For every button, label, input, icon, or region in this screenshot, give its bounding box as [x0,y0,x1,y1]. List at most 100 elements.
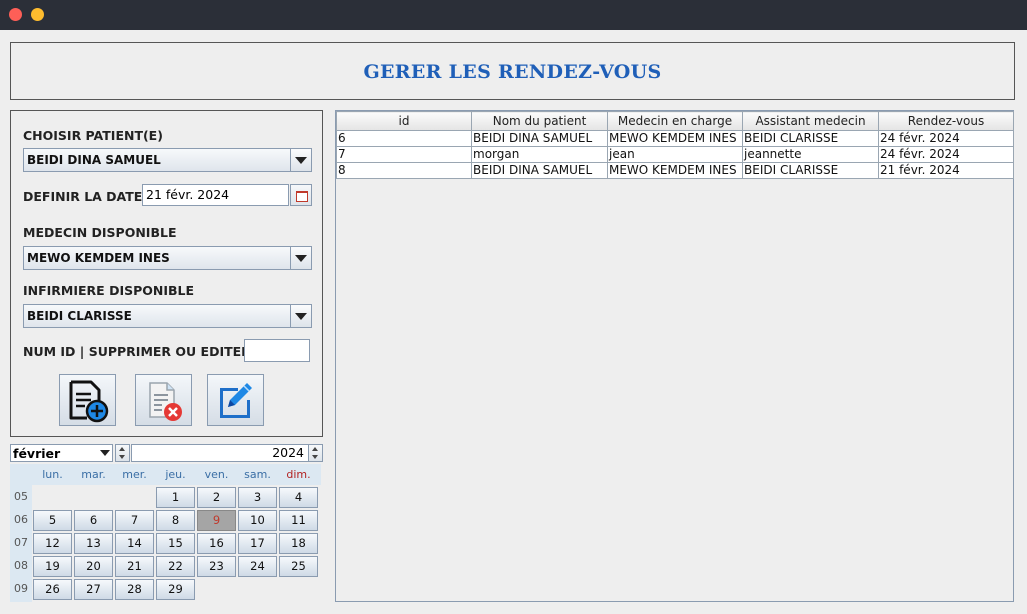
table-cell[interactable]: BEIDI CLARISSE [742,162,879,179]
calendar-day[interactable]: 6 [74,510,113,531]
edit-pencil-icon [220,383,252,418]
table-cell[interactable]: BEIDI DINA SAMUEL [471,162,608,179]
patient-select[interactable]: BEIDI DINA SAMUEL [23,148,312,172]
calendar-day[interactable]: 20 [74,556,113,577]
calendar-day[interactable]: 17 [238,533,277,554]
doctor-label: MEDECIN DISPONIBLE [23,225,177,240]
table-row[interactable]: 6 BEIDI DINA SAMUEL MEWO KEMDEM INES BEI… [336,130,1014,147]
nurse-select[interactable]: BEIDI CLARISSE [23,304,312,328]
add-document-icon [69,380,109,423]
month-select[interactable]: février [10,444,113,462]
calendar-day[interactable]: 1 [156,487,195,508]
calendar-day[interactable]: 15 [156,533,195,554]
appointment-form: CHOISIR PATIENT(E) BEIDI DINA SAMUEL DEF… [10,110,323,437]
chevron-down-icon[interactable] [290,149,311,171]
table-row[interactable]: 7 morgan jean jeannette 24 févr. 2024 [336,146,1014,163]
weekday-label: jeu. [165,468,186,481]
week-number: 06 [14,513,28,526]
calendar-day[interactable]: 9 [197,510,236,531]
table-cell[interactable]: jean [607,146,743,163]
calendar-day[interactable]: 21 [115,556,154,577]
calendar-day[interactable]: 14 [115,533,154,554]
calendar-day[interactable]: 5 [33,510,72,531]
date-input[interactable]: 21 févr. 2024 [142,184,289,206]
calendar-day[interactable]: 23 [197,556,236,577]
table-cell[interactable]: jeannette [742,146,879,163]
table-cell[interactable]: morgan [471,146,608,163]
table-cell[interactable]: MEWO KEMDEM INES [607,162,743,179]
column-header-doctor[interactable]: Medecin en charge [607,111,743,131]
chevron-down-icon[interactable] [290,305,311,327]
weekday-header: lun. mar. mer. jeu. ven. sam. dim. [32,464,321,485]
patient-label: CHOISIR PATIENT(E) [23,128,163,143]
year-spinner[interactable] [308,444,323,462]
window-titlebar [0,0,1027,30]
calendar-icon [296,191,308,202]
column-header-assistant[interactable]: Assistant medecin [742,111,879,131]
table-cell[interactable]: BEIDI CLARISSE [742,130,879,147]
doctor-select[interactable]: MEWO KEMDEM INES [23,246,312,270]
calendar-day[interactable]: 13 [74,533,113,554]
table-cell[interactable]: MEWO KEMDEM INES [607,130,743,147]
column-header-patient[interactable]: Nom du patient [471,111,608,131]
calendar-picker-button[interactable] [290,184,312,206]
appointments-table-panel: id Nom du patient Medecin en charge Assi… [335,110,1014,602]
calendar-day[interactable]: 26 [33,579,72,600]
minimize-window-button[interactable] [31,8,44,21]
calendar-day[interactable]: 12 [33,533,72,554]
table-header-row: id Nom du patient Medecin en charge Assi… [336,111,1014,131]
year-input[interactable]: 2024 [131,444,309,462]
id-input[interactable] [244,339,310,362]
table-row[interactable]: 8 BEIDI DINA SAMUEL MEWO KEMDEM INES BEI… [336,162,1014,179]
nurse-label: INFIRMIERE DISPONIBLE [23,283,195,298]
calendar-day[interactable]: 2 [197,487,236,508]
week-number: 09 [14,582,28,595]
table-cell[interactable]: 24 févr. 2024 [878,146,1014,163]
close-window-button[interactable] [9,8,22,21]
table-cell[interactable]: 7 [336,146,472,163]
table-cell[interactable]: 24 févr. 2024 [878,130,1014,147]
month-spinner[interactable] [115,444,130,462]
weekday-label: dim. [286,468,311,481]
calendar-day[interactable]: 11 [279,510,318,531]
calendar-day[interactable]: 10 [238,510,277,531]
add-appointment-button[interactable] [59,374,116,426]
calendar-day[interactable]: 8 [156,510,195,531]
weekday-label: ven. [204,468,229,481]
calendar-day[interactable]: 16 [197,533,236,554]
nurse-select-value: BEIDI CLARISSE [27,309,132,323]
calendar-day[interactable]: 19 [33,556,72,577]
week-number: 05 [14,490,28,503]
table-cell[interactable]: 6 [336,130,472,147]
calendar-day[interactable]: 24 [238,556,277,577]
delete-document-icon [149,382,182,421]
delete-appointment-button[interactable] [135,374,192,426]
weekday-label: lun. [42,468,63,481]
calendar-day[interactable]: 22 [156,556,195,577]
calendar-day[interactable]: 18 [279,533,318,554]
calendar-day[interactable]: 27 [74,579,113,600]
column-header-id[interactable]: id [336,111,472,131]
column-header-date[interactable]: Rendez-vous [878,111,1014,131]
calendar-day[interactable]: 28 [115,579,154,600]
calendar-day[interactable]: 29 [156,579,195,600]
calendar-day[interactable]: 3 [238,487,277,508]
calendar-day[interactable]: 7 [115,510,154,531]
table-cell[interactable]: 8 [336,162,472,179]
id-label: NUM ID | SUPPRIMER OU EDITER [23,344,251,359]
edit-appointment-button[interactable] [207,374,264,426]
month-select-value: février [13,446,61,461]
chevron-down-icon [100,450,110,456]
chevron-down-icon[interactable] [290,247,311,269]
table-cell[interactable]: BEIDI DINA SAMUEL [471,130,608,147]
appointments-table: id Nom du patient Medecin en charge Assi… [336,111,1014,179]
calendar-day[interactable]: 25 [279,556,318,577]
weekday-label: sam. [244,468,271,481]
weekday-label: mar. [81,468,106,481]
table-cell[interactable]: 21 févr. 2024 [878,162,1014,179]
date-label: DEFINIR LA DATE [23,189,143,204]
week-number: 08 [14,559,28,572]
calendar-day[interactable]: 4 [279,487,318,508]
patient-select-value: BEIDI DINA SAMUEL [27,153,161,167]
weekday-label: mer. [122,468,147,481]
